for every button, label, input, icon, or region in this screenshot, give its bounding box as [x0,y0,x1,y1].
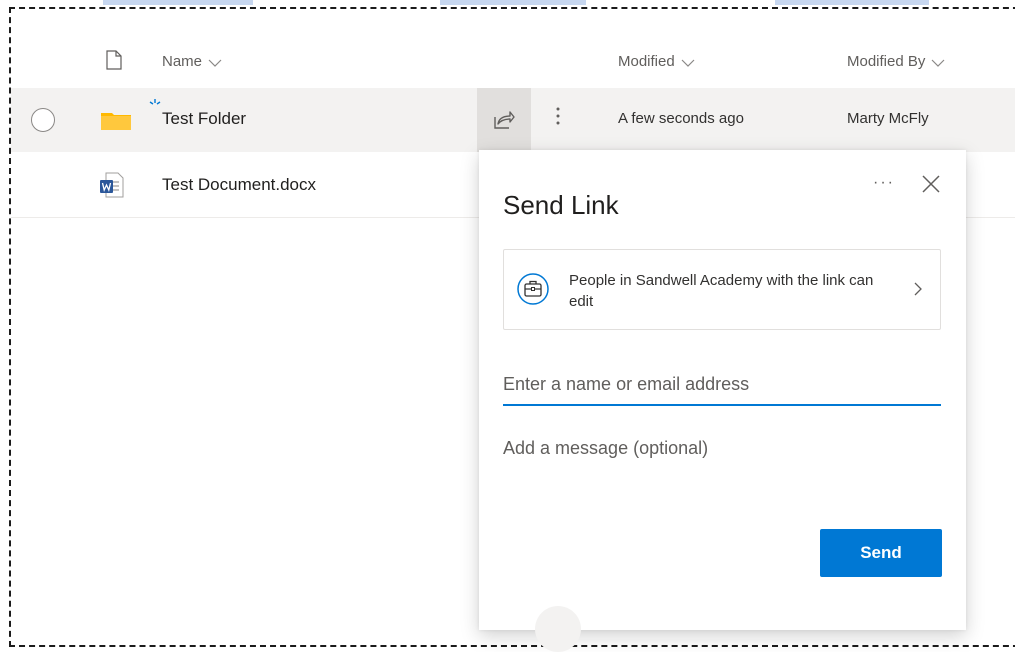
top-tab-strip-3 [775,0,929,5]
share-icon [494,111,515,129]
dialog-title: Send Link [503,190,619,220]
more-vertical-icon [556,107,560,125]
close-button[interactable] [921,174,943,196]
file-name-link[interactable]: Test Folder [162,109,246,129]
chevron-down-icon [681,54,695,71]
new-item-sparkle-icon [149,98,161,116]
top-tab-strip-2 [440,0,586,5]
folder-icon [101,110,131,135]
column-header-modified-label: Modified [618,53,675,70]
chevron-down-icon [931,54,945,71]
column-header-name[interactable]: Name [162,53,222,71]
more-options-button[interactable]: ··· [873,174,895,192]
column-header-name-label: Name [162,53,203,70]
row-select-radio[interactable] [31,108,55,132]
bottom-avatar-circle [535,606,581,652]
message-input[interactable] [503,438,941,518]
organization-briefcase-icon [516,272,550,311]
word-document-icon [100,172,124,203]
column-header-modified-by[interactable]: Modified By [847,53,945,71]
share-button[interactable] [477,88,531,152]
modified-cell: A few seconds ago [618,110,744,127]
column-header-modified-by-label: Modified By [847,53,926,70]
recipient-email-input[interactable] [503,364,941,406]
more-actions-button[interactable] [549,106,567,134]
file-name-link[interactable]: Test Document.docx [162,175,316,195]
top-tab-strip-1 [103,0,253,5]
modified-by-cell: Marty McFly [847,110,929,127]
close-icon [922,175,940,193]
send-button[interactable]: Send [820,529,942,577]
link-permission-text: People in Sandwell Academy with the link… [569,272,874,310]
send-link-dialog: ··· Send Link People in Sandwell Academy… [479,150,966,652]
link-permission-button[interactable]: People in Sandwell Academy with the link… [503,249,941,330]
chevron-right-icon [914,282,922,301]
column-header-modified[interactable]: Modified [618,53,695,71]
table-row[interactable]: Test Folder A few seconds ago Marty McFl… [11,88,1015,152]
column-header-row: Name Modified Modified By [11,38,1015,86]
file-type-icon[interactable] [106,50,122,74]
chevron-down-icon [208,54,222,71]
